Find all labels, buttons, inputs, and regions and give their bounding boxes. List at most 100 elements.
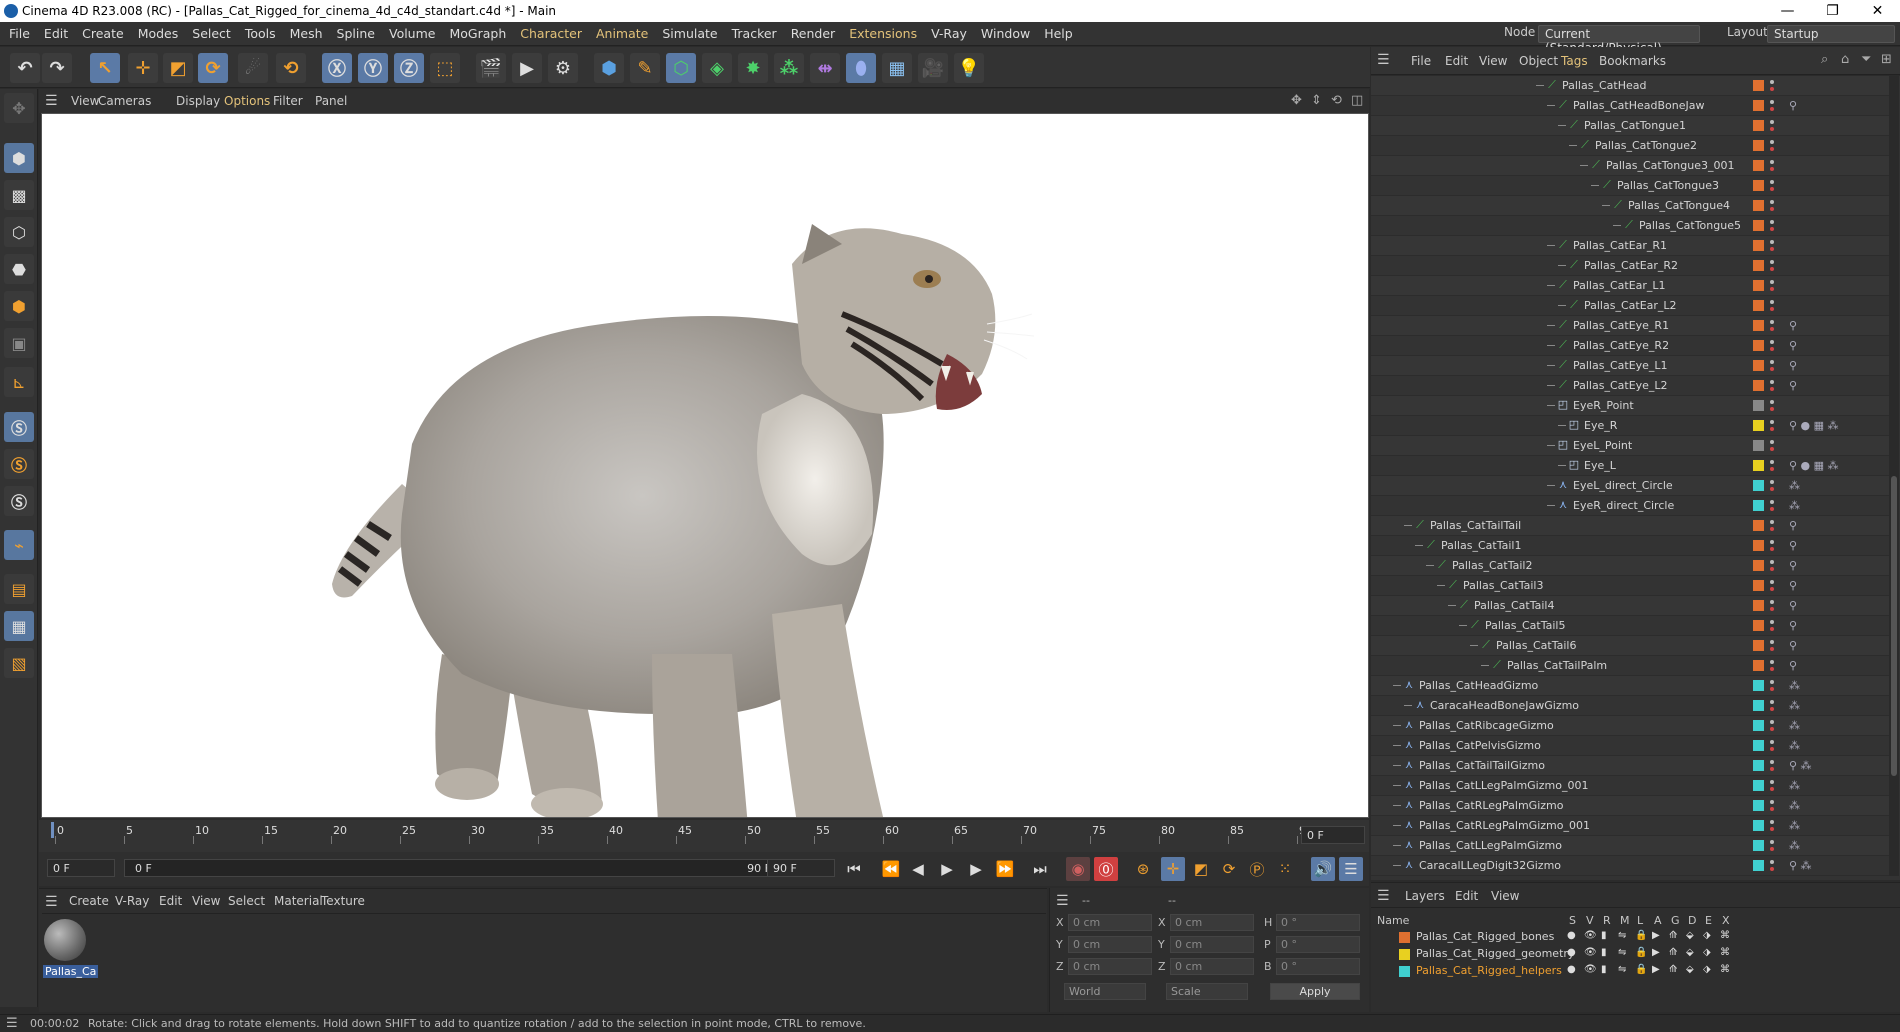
object-tags[interactable]: ⚲ ⁂ <box>1789 859 1812 872</box>
object-row[interactable]: ⋏ Pallas_CatPelvisGizmo ⁂ <box>1371 736 1889 756</box>
edges-mode-icon[interactable]: ⬣ <box>4 254 34 284</box>
object-row[interactable]: ⟋ Pallas_CatTail5 ⚲ <box>1371 616 1889 636</box>
layer-toggle-icon[interactable]: ▶ <box>1652 964 1660 975</box>
field-icon[interactable]: ⬮ <box>846 53 876 83</box>
layer-menu-icon[interactable]: ☰ <box>1377 888 1390 904</box>
visibility-dots-icon[interactable] <box>1770 599 1774 613</box>
visibility-dots-icon[interactable] <box>1770 359 1774 373</box>
layer-color-swatch[interactable] <box>1753 100 1764 111</box>
live-selection-icon[interactable]: ⟲ <box>276 53 306 83</box>
layer-color-swatch[interactable] <box>1753 180 1764 191</box>
scale-tool-icon[interactable]: ◩ <box>163 53 193 83</box>
play-icon[interactable]: ▶ <box>935 857 959 881</box>
visibility-dots-icon[interactable] <box>1770 419 1774 433</box>
layer-toggle-icon[interactable]: ▮ <box>1601 947 1607 958</box>
coord-rot-b-field[interactable]: 0 ° <box>1276 958 1360 975</box>
object-tags[interactable]: ⚲ <box>1789 579 1797 592</box>
layer-name[interactable]: Pallas_Cat_Rigged_bones <box>1416 930 1554 943</box>
locked-workplane-icon[interactable]: ▦ <box>4 611 34 641</box>
layout-dropdown[interactable]: Startup <box>1767 25 1895 43</box>
menu-tracker[interactable]: Tracker <box>725 22 784 46</box>
object-menu-view[interactable]: View <box>1479 54 1507 68</box>
layer-name[interactable]: Pallas_Cat_Rigged_geometry <box>1416 947 1574 960</box>
pen-icon[interactable]: ✎ <box>630 53 660 83</box>
close-button[interactable]: ✕ <box>1855 0 1900 22</box>
go-to-start-icon[interactable]: ⏮ <box>842 857 866 881</box>
object-row[interactable]: ⋏ EyeL_direct_Circle ⁂ <box>1371 476 1889 496</box>
layer-color-swatch[interactable] <box>1753 160 1764 171</box>
home-icon[interactable]: ⌂ <box>1841 52 1849 67</box>
layer-color-swatch[interactable] <box>1753 240 1764 251</box>
scale-key-icon[interactable]: ◩ <box>1189 857 1213 881</box>
coord-system-dropdown[interactable]: World <box>1064 983 1146 1000</box>
layer-color-swatch[interactable] <box>1753 740 1764 751</box>
object-row[interactable]: ⟋ Pallas_CatTongue1 <box>1371 116 1889 136</box>
autokey-icon[interactable]: ⓪ <box>1094 857 1118 881</box>
object-row[interactable]: ⟋ Pallas_CatTongue4 <box>1371 196 1889 216</box>
coord-size-z-field[interactable]: 0 cm <box>1170 958 1254 975</box>
object-row[interactable]: ⟋ Pallas_CatTongue5 <box>1371 216 1889 236</box>
layer-color-swatch[interactable] <box>1753 400 1764 411</box>
layer-color-swatch[interactable] <box>1399 949 1410 960</box>
object-manager-menu-icon[interactable]: ☰ <box>1377 52 1390 68</box>
viewport-zoom-icon[interactable]: ⇕ <box>1311 93 1322 108</box>
layer-color-swatch[interactable] <box>1753 640 1764 651</box>
visibility-dots-icon[interactable] <box>1770 179 1774 193</box>
y-axis-lock-icon[interactable]: Ⓨ <box>358 53 388 83</box>
visibility-dots-icon[interactable] <box>1770 679 1774 693</box>
previous-key-icon[interactable]: ⏪ <box>879 857 903 881</box>
object-row[interactable]: ⟋ Pallas_CatTail1 ⚲ <box>1371 536 1889 556</box>
object-row[interactable]: ⋏ Pallas_CatLLegPalmGizmo_001 ⁂ <box>1371 776 1889 796</box>
menu-help[interactable]: Help <box>1037 22 1080 46</box>
visibility-dots-icon[interactable] <box>1770 839 1774 853</box>
visibility-dots-icon[interactable] <box>1770 519 1774 533</box>
snap-settings-icon[interactable]: Ⓢ <box>4 449 34 479</box>
layer-row[interactable]: Pallas_Cat_Rigged_bones ● 👁 ▮ ⇋ 🔒 ▶ ⟰ ⬙ ⬗ ⌘ <box>1371 929 1900 946</box>
object-tags[interactable]: ⁂ <box>1789 699 1800 712</box>
scrollbar-thumb[interactable] <box>1891 476 1897 776</box>
record-active-icon[interactable]: ◉ <box>1066 857 1090 881</box>
viewport-toggle-icon[interactable]: ◫ <box>1351 93 1363 108</box>
layer-color-swatch[interactable] <box>1399 932 1410 943</box>
minimize-button[interactable]: — <box>1765 0 1810 22</box>
menu-tools[interactable]: Tools <box>238 22 283 46</box>
material-thumbnail[interactable] <box>44 919 86 961</box>
coord-pos-x-field[interactable]: 0 cm <box>1068 914 1152 931</box>
object-row[interactable]: ⟋ Pallas_CatEar_R2 <box>1371 256 1889 276</box>
layer-color-swatch[interactable] <box>1753 360 1764 371</box>
object-tags[interactable]: ⁂ <box>1789 839 1800 852</box>
object-tags[interactable]: ⚲ <box>1789 319 1797 332</box>
filter-icon[interactable]: ⏷ <box>1861 52 1871 67</box>
object-tags[interactable]: ⚲ <box>1789 599 1797 612</box>
current-frame-field[interactable]: 0 F <box>1301 826 1365 844</box>
layer-color-swatch[interactable] <box>1753 660 1764 671</box>
layer-toggle-icon[interactable]: ● <box>1567 947 1576 958</box>
visibility-dots-icon[interactable] <box>1770 699 1774 713</box>
layer-color-swatch[interactable] <box>1753 320 1764 331</box>
viewport-menu-display[interactable]: Display <box>176 94 220 108</box>
object-tags[interactable]: ⁂ <box>1789 719 1800 732</box>
material-menu-texture[interactable]: Texture <box>321 894 365 908</box>
menu-v-ray[interactable]: V-Ray <box>924 22 974 46</box>
visibility-dots-icon[interactable] <box>1770 459 1774 473</box>
object-row[interactable]: ⟋ Pallas_CatEar_L2 <box>1371 296 1889 316</box>
visibility-dots-icon[interactable] <box>1770 439 1774 453</box>
deformer-icon[interactable]: ⇹ <box>810 53 840 83</box>
object-tags[interactable]: ⚲ <box>1789 639 1797 652</box>
layer-color-swatch[interactable] <box>1753 600 1764 611</box>
layer-color-swatch[interactable] <box>1753 780 1764 791</box>
layer-color-swatch[interactable] <box>1753 620 1764 631</box>
object-tags[interactable]: ⚲ <box>1789 339 1797 352</box>
perspective-viewport[interactable] <box>41 113 1369 902</box>
end-frame-field[interactable]: 90 F <box>767 859 835 877</box>
layer-toggle-icon[interactable]: ▶ <box>1652 947 1660 958</box>
layer-color-swatch[interactable] <box>1753 820 1764 831</box>
object-row[interactable]: ⋏ CaracaHeadBoneJawGizmo ⁂ <box>1371 696 1889 716</box>
visibility-dots-icon[interactable] <box>1770 559 1774 573</box>
object-row[interactable]: ⟋ Pallas_CatTongue2 <box>1371 136 1889 156</box>
coord-mode-dropdown[interactable]: Scale <box>1166 983 1248 1000</box>
layer-color-swatch[interactable] <box>1753 800 1764 811</box>
visibility-dots-icon[interactable] <box>1770 299 1774 313</box>
visibility-dots-icon[interactable] <box>1770 759 1774 773</box>
object-menu-object[interactable]: Object <box>1519 54 1558 68</box>
